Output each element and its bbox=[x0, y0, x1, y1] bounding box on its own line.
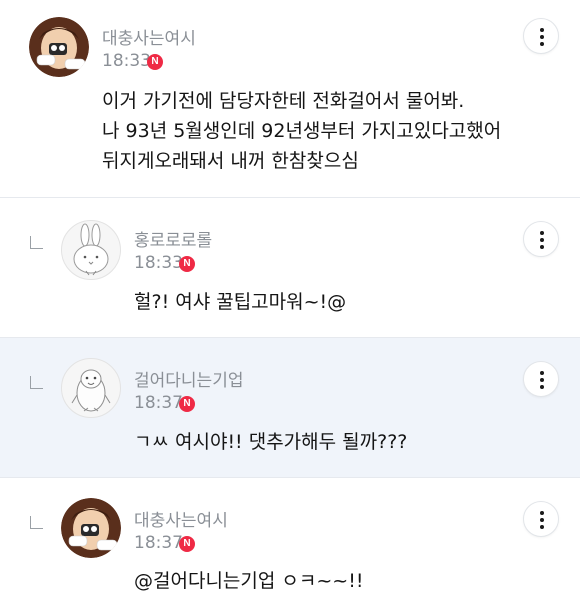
new-badge-icon: N bbox=[179, 396, 195, 412]
penguin-avatar-icon bbox=[71, 369, 111, 412]
reply-arrow-icon bbox=[30, 516, 43, 529]
more-vertical-icon[interactable] bbox=[523, 221, 559, 257]
cartoon-woman-avatar-icon bbox=[29, 17, 89, 77]
avatar[interactable] bbox=[61, 358, 121, 418]
comment-time: 18:33 bbox=[134, 253, 183, 273]
comment-item: 걸어다니는기업 18:37 N ㄱㅆ 여시야!! 댓추가해두 될까??? bbox=[0, 338, 580, 478]
comment-time: 18:37 bbox=[134, 533, 183, 553]
comment-text: ㄱㅆ 여시야!! 댓추가해두 될까??? bbox=[134, 431, 408, 453]
new-badge-icon: N bbox=[179, 536, 195, 552]
new-badge-icon: N bbox=[179, 256, 195, 272]
avatar[interactable] bbox=[61, 498, 121, 558]
comment-text: 헐?! 여샤 꿀팁고마워~!@ bbox=[134, 291, 347, 313]
comment-time: 18:37 bbox=[134, 393, 183, 413]
avatar[interactable] bbox=[29, 17, 89, 77]
new-badge-icon: N bbox=[147, 54, 163, 70]
more-vertical-icon[interactable] bbox=[523, 501, 559, 537]
comment-author[interactable]: 홍로로로롤 bbox=[134, 226, 212, 251]
comment-item: 대충사는여시 18:37 N @걸어다니는기업 ㅇㅋ~~!! bbox=[0, 478, 580, 608]
comment-author[interactable]: 걸어다니는기업 bbox=[134, 366, 243, 391]
comment-item: 대충사는여시 18:33 N 이거 가기전에 담당자한테 전화걸어서 물어봐. … bbox=[0, 0, 580, 198]
more-vertical-icon[interactable] bbox=[523, 361, 559, 397]
reply-arrow-icon bbox=[30, 236, 43, 249]
comment-author[interactable]: 대충사는여시 bbox=[134, 506, 228, 531]
cartoon-woman-avatar-icon bbox=[61, 498, 121, 558]
comment-text: @걸어다니는기업 ㅇㅋ~~!! bbox=[134, 570, 364, 592]
avatar[interactable] bbox=[61, 220, 121, 280]
bunny-avatar-icon bbox=[73, 223, 109, 276]
more-vertical-icon[interactable] bbox=[523, 18, 559, 54]
reply-arrow-icon bbox=[30, 376, 43, 389]
comment-author[interactable]: 대충사는여시 bbox=[102, 24, 196, 49]
comment-text: 이거 가기전에 담당자한테 전화걸어서 물어봐. 나 93년 5월생인데 92년… bbox=[102, 90, 502, 172]
comment-item: 홍로로로롤 18:33 N 헐?! 여샤 꿀팁고마워~!@ bbox=[0, 198, 580, 338]
comment-time: 18:33 bbox=[102, 51, 151, 71]
